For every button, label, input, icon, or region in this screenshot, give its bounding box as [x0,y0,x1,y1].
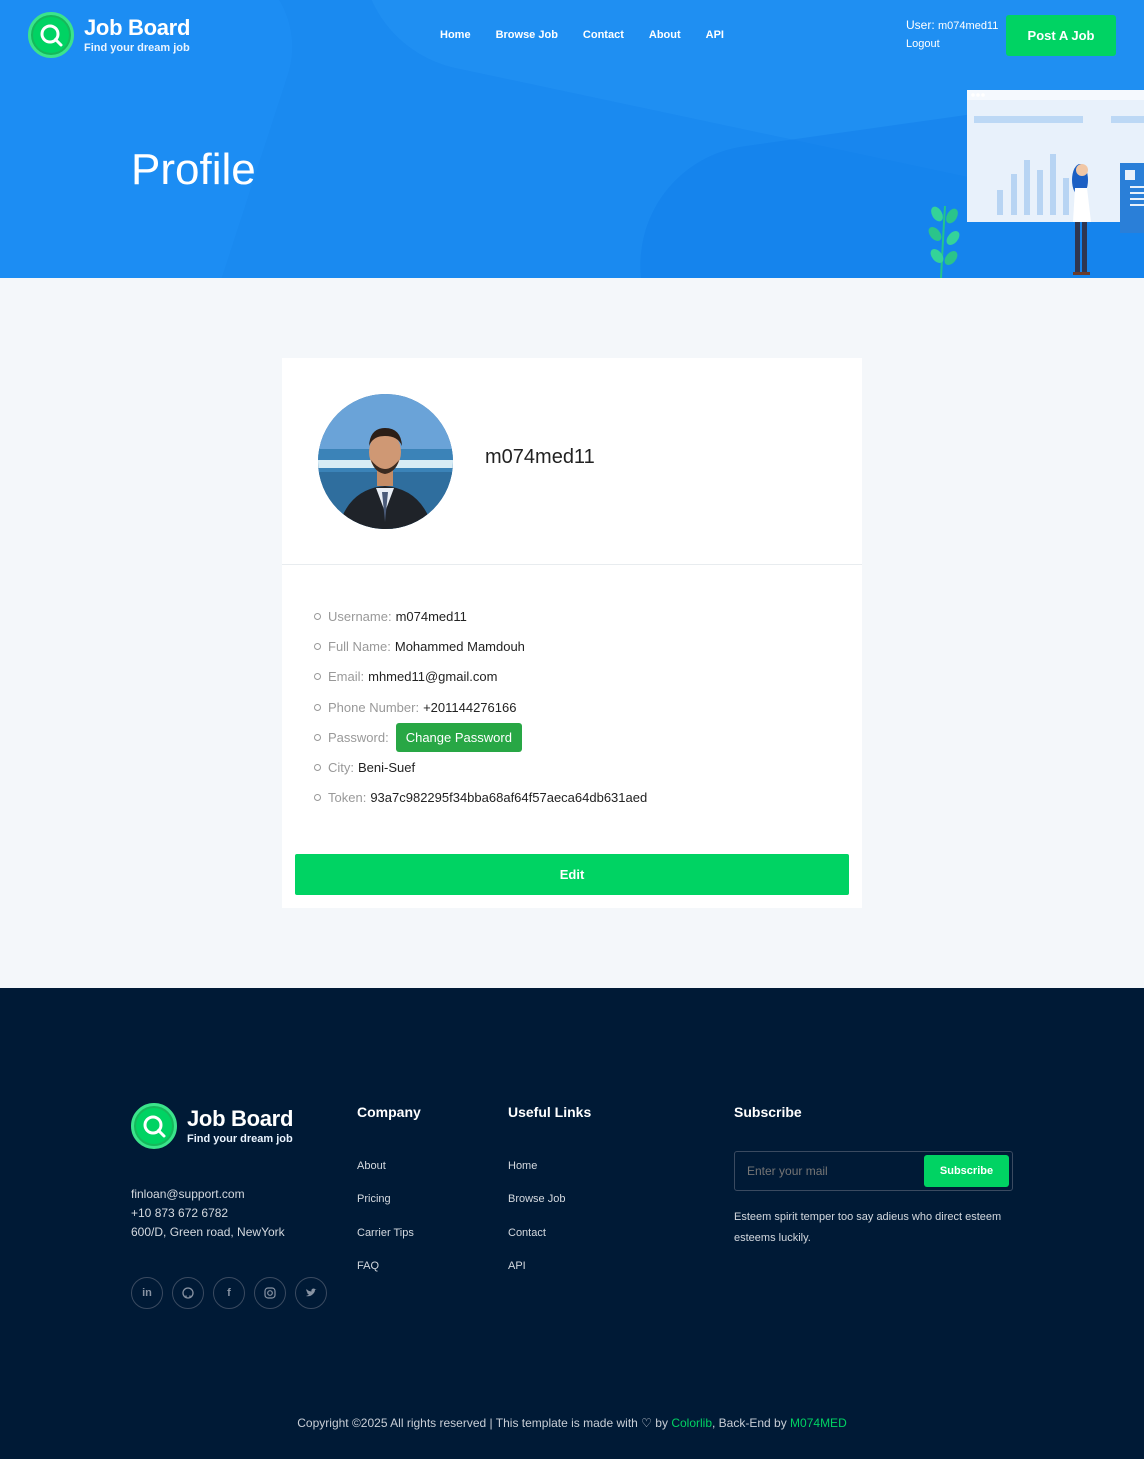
detail-label: Full Name: [328,638,391,654]
bullet-icon [314,642,321,650]
detail-city: City: Beni-Suef [314,752,647,782]
footer-useful-links-column: Useful Links Home Browse Job Contact API [508,1104,591,1293]
detail-value: Beni-Suef [358,760,416,776]
nav-browse-job[interactable]: Browse Job [496,29,558,41]
backend-author-link[interactable]: M074MED [790,1416,847,1430]
profile-details-list: Username: m074med11 Full Name: Mohammed … [314,601,647,813]
linkedin-icon[interactable]: in [131,1277,163,1309]
nav-about[interactable]: About [649,29,681,41]
profile-card: m074med11 Username: m074med11 Full Name:… [282,358,862,908]
bullet-icon [314,673,321,681]
profile-card-header: m074med11 [282,358,862,565]
bullet-icon [314,794,321,802]
subscribe-email-input[interactable] [747,1164,907,1178]
detail-label: Username: [328,608,392,624]
detail-email: Email: mhmed11@gmail.com [314,662,647,692]
page-title: Profile [131,145,256,194]
detail-label: Phone Number: [328,699,420,715]
instagram-icon[interactable] [254,1277,286,1309]
detail-value: Mohammed Mamdouh [394,638,525,654]
detail-label: Email: [328,669,365,685]
edit-profile-button[interactable]: Edit [295,854,849,895]
post-job-button[interactable]: Post A Job [1006,15,1116,56]
detail-phone: Phone Number: +201144276166 [314,692,647,722]
user-name: m074med11 [938,20,999,32]
copyright-text: Copyright ©2025 All rights reserved | Th… [297,1416,638,1430]
footer-email: finloan@support.com [131,1187,245,1201]
detail-token: Token: 93a7c982295f34bba68af64f57aeca64d… [314,783,647,813]
change-password-button[interactable]: Change Password [395,722,522,752]
footer-useful-heading: Useful Links [508,1104,592,1120]
footer-company-column: Company About Pricing Carrier Tips FAQ [357,1104,421,1293]
logout-link[interactable]: Logout [906,38,998,50]
site-logo[interactable]: Job Board Find your dream job [28,12,190,58]
footer-logo-title: Job Board [187,1106,294,1131]
footer-contact: finloan@support.com +10 873 672 6782 600… [131,1185,285,1242]
hero-illustration [928,90,1144,278]
detail-value: mhmed11@gmail.com [368,669,498,685]
avatar [318,394,453,529]
subscribe-form: Subscribe [734,1151,1013,1191]
nav-contact[interactable]: Contact [583,29,624,41]
footer-link-carrier-tips[interactable]: Carrier Tips [357,1227,421,1240]
search-logo-icon [28,12,74,58]
github-icon[interactable] [172,1277,204,1309]
detail-value: m074med11 [395,608,467,624]
detail-value: +201144276166 [423,699,517,715]
bullet-icon [314,733,321,741]
footer-logo[interactable]: Job Board Find your dream job [131,1103,293,1149]
detail-label: City: [328,760,354,776]
profile-display-name: m074med11 [485,446,595,468]
facebook-icon[interactable]: f [213,1277,245,1309]
copyright-by: by [655,1416,668,1430]
search-logo-icon [131,1103,177,1149]
detail-username: Username: m074med11 [314,601,647,631]
bullet-icon [314,764,321,772]
copyright: Copyright ©2025 All rights reserved | Th… [0,1416,1144,1430]
detail-label: Password: [328,729,389,745]
bullet-icon [314,612,321,620]
footer-link-about[interactable]: About [357,1160,421,1173]
footer-address: 600/D, Green road, NewYork [131,1225,285,1239]
detail-full-name: Full Name: Mohammed Mamdouh [314,631,647,661]
footer-link-pricing[interactable]: Pricing [357,1193,421,1206]
footer-link-api[interactable]: API [508,1260,591,1273]
detail-value: 93a7c982295f34bba68af64f57aeca64db631aed [370,790,648,806]
colorlib-link[interactable]: Colorlib [671,1416,712,1430]
heart-icon: ♡ [641,1416,652,1430]
subscribe-description: Esteem spirit temper too say adieus who … [734,1211,1002,1244]
footer-link-faq[interactable]: FAQ [357,1260,421,1273]
hero-header: Job Board Find your dream job Home Brows… [0,0,1144,278]
footer-logo-subtitle: Find your dream job [187,1133,293,1145]
site-footer: Job Board Find your dream job finloan@su… [0,988,1144,1459]
user-label: User: [906,18,935,32]
footer-link-contact[interactable]: Contact [508,1227,591,1240]
nav-home[interactable]: Home [440,29,471,41]
footer-company-heading: Company [357,1104,421,1120]
logo-subtitle: Find your dream job [84,42,190,54]
footer-phone: +10 873 672 6782 [131,1206,229,1220]
logo-title: Job Board [84,15,191,40]
bullet-icon [314,703,321,711]
backend-label: , Back-End by [712,1416,787,1430]
detail-label: Token: [328,790,367,806]
user-info: User: m074med11 Logout [906,18,998,50]
footer-link-browse-job[interactable]: Browse Job [508,1193,591,1206]
footer-subscribe-heading: Subscribe [734,1104,802,1120]
main-nav: Home Browse Job Contact About API [440,29,749,41]
detail-password: Password: Change Password [314,722,647,752]
twitter-icon[interactable] [295,1277,327,1309]
social-links: in f [131,1277,336,1309]
footer-link-home[interactable]: Home [508,1160,591,1173]
nav-api[interactable]: API [706,29,724,41]
subscribe-button[interactable]: Subscribe [924,1155,1009,1187]
